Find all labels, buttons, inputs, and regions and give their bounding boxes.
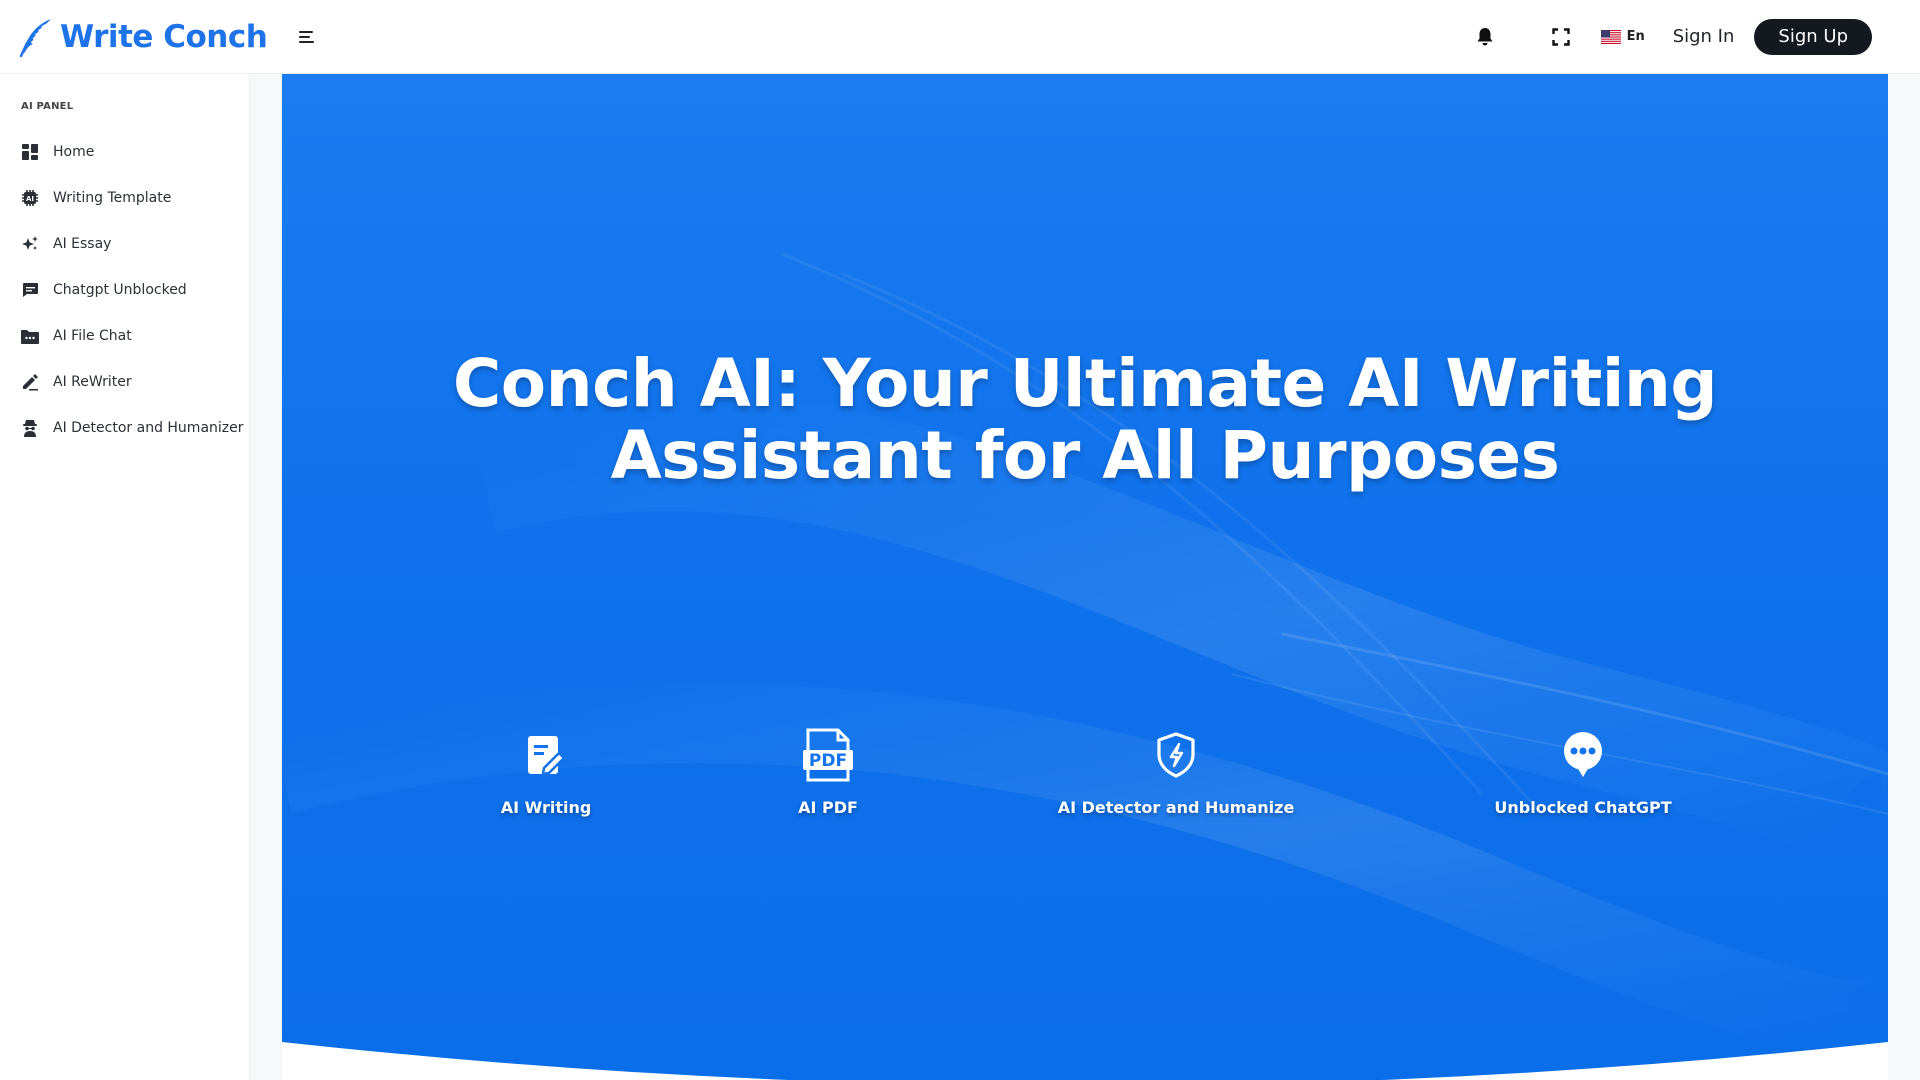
- chat-icon: [20, 280, 40, 300]
- pdf-icon: PDF: [801, 728, 855, 782]
- sidebar: AI PANEL Home AI Writing Template AI Ess…: [0, 74, 250, 1080]
- sidebar-item-label: AI Detector and Humanizer: [53, 420, 244, 436]
- sidebar-item-label: Home: [53, 144, 95, 160]
- folder-icon: [20, 326, 40, 346]
- language-selector[interactable]: En: [1600, 29, 1645, 44]
- feature-ai-detector[interactable]: AI Detector and Humanize: [1046, 728, 1306, 817]
- fullscreen-icon[interactable]: [1549, 25, 1573, 49]
- hero-bottom-curve: [282, 1042, 1888, 1080]
- feature-ai-pdf[interactable]: PDF AI PDF: [698, 728, 958, 817]
- feature-ai-writing[interactable]: AI Writing: [416, 728, 676, 817]
- hero-background-waves: [282, 252, 1888, 1061]
- sidebar-item-ai-essay[interactable]: AI Essay: [0, 221, 249, 267]
- feature-label: AI PDF: [798, 798, 858, 817]
- sidebar-item-label: AI File Chat: [53, 328, 132, 344]
- bell-icon[interactable]: [1473, 25, 1497, 49]
- sidebar-item-ai-rewriter[interactable]: AI ReWriter: [0, 359, 249, 405]
- sign-up-button[interactable]: Sign Up: [1754, 18, 1872, 55]
- sidebar-item-label: Chatgpt Unblocked: [53, 282, 187, 298]
- sidebar-item-ai-file-chat[interactable]: AI File Chat: [0, 313, 249, 359]
- top-bar: Write Conch En Sign In Sign Up: [0, 0, 1920, 74]
- us-flag-icon: [1600, 29, 1621, 44]
- sidebar-item-label: Writing Template: [53, 190, 172, 206]
- sign-in-link[interactable]: Sign In: [1673, 26, 1735, 47]
- language-label: En: [1626, 29, 1645, 44]
- sparkle-icon: [20, 234, 40, 254]
- dashboard-icon: [20, 142, 40, 162]
- sidebar-item-ai-detector[interactable]: AI Detector and Humanizer: [0, 405, 249, 451]
- chat-bubble-icon: [1556, 728, 1610, 782]
- ai-chip-icon: AI: [20, 188, 40, 208]
- feature-unblocked-chatgpt[interactable]: Unblocked ChatGPT: [1453, 728, 1713, 817]
- sidebar-item-home[interactable]: Home: [0, 129, 249, 175]
- svg-text:AI: AI: [26, 195, 34, 203]
- sidebar-item-label: AI Essay: [53, 236, 112, 252]
- hero-title-line-2: Assistant for All Purposes: [610, 417, 1560, 494]
- feature-label: Unblocked ChatGPT: [1494, 798, 1672, 817]
- menu-toggle-button[interactable]: [299, 26, 321, 48]
- hero-title-line-1: Conch AI: Your Ultimate AI Writing: [452, 345, 1718, 422]
- sidebar-item-chatgpt-unblocked[interactable]: Chatgpt Unblocked: [0, 267, 249, 313]
- sidebar-panel-title: AI PANEL: [21, 101, 74, 112]
- header-actions: En Sign In Sign Up: [1473, 0, 1872, 74]
- document-edit-icon: [519, 728, 573, 782]
- detective-icon: [20, 418, 40, 438]
- feature-label: AI Detector and Humanize: [1057, 798, 1295, 817]
- sidebar-item-label: AI ReWriter: [53, 374, 132, 390]
- feature-label: AI Writing: [500, 798, 592, 817]
- pdf-icon-text: PDF: [809, 751, 847, 771]
- logo[interactable]: Write Conch: [18, 0, 268, 74]
- shield-bolt-icon: [1149, 728, 1203, 782]
- feather-logo-icon: [19, 18, 51, 57]
- brand-name: Write Conch: [60, 18, 268, 55]
- sidebar-item-writing-template[interactable]: AI Writing Template: [0, 175, 249, 221]
- pencil-icon: [20, 372, 40, 392]
- sidebar-nav: Home AI Writing Template AI Essay Chatgp…: [0, 129, 249, 451]
- hero-title: Conch AI: Your Ultimate AI Writing Assis…: [282, 348, 1888, 492]
- hero-banner: Conch AI: Your Ultimate AI Writing Assis…: [282, 74, 1888, 1080]
